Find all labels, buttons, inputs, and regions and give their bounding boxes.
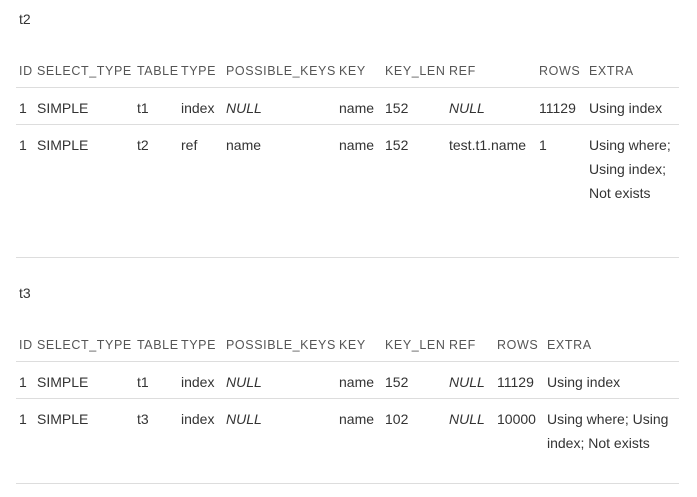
cell-rows: 10000	[494, 398, 544, 484]
section-title-t3: t3	[19, 285, 31, 301]
cell-type: index	[178, 361, 223, 399]
cell-key: name	[336, 124, 382, 258]
cell-ref: test.t1.name	[446, 124, 536, 258]
column-header-extra: EXTRA	[544, 328, 679, 362]
cell-rows: 1	[536, 124, 586, 258]
column-header-key: KEY	[336, 328, 382, 362]
cell-id: 1	[16, 87, 34, 125]
column-header-ref: REF	[446, 54, 536, 88]
column-header-rows: ROWS	[536, 54, 586, 88]
cell-key-len: 152	[382, 87, 446, 125]
explain-table-t3: ID SELECT_TYPE TABLE TYPE POSSIBLE_KEYS …	[16, 328, 679, 484]
column-header-possible-keys: POSSIBLE_KEYS	[223, 328, 336, 362]
cell-id: 1	[16, 361, 34, 399]
column-header-select-type: SELECT_TYPE	[34, 54, 134, 88]
table-row: 1 SIMPLE t2 ref name name 152 test.t1.na…	[16, 124, 679, 258]
table-row: 1 SIMPLE t3 index NULL name 102 NULL 100…	[16, 398, 679, 484]
cell-id: 1	[16, 124, 34, 258]
table-row: 1 SIMPLE t1 index NULL name 152 NULL 111…	[16, 87, 679, 125]
column-header-key-len: KEY_LEN	[382, 328, 446, 362]
cell-key: name	[336, 87, 382, 125]
cell-ref: NULL	[446, 398, 494, 484]
cell-type: index	[178, 398, 223, 484]
column-header-rows: ROWS	[494, 328, 544, 362]
column-header-possible-keys: POSSIBLE_KEYS	[223, 54, 336, 88]
column-header-key: KEY	[336, 54, 382, 88]
cell-select-type: SIMPLE	[34, 361, 134, 399]
cell-select-type: SIMPLE	[34, 124, 134, 258]
explain-table-t2: ID SELECT_TYPE TABLE TYPE POSSIBLE_KEYS …	[16, 54, 679, 258]
cell-possible-keys: name	[223, 124, 336, 258]
cell-select-type: SIMPLE	[34, 87, 134, 125]
cell-extra: Using index	[586, 87, 679, 125]
cell-table: t1	[134, 87, 178, 125]
cell-ref: NULL	[446, 87, 536, 125]
cell-ref: NULL	[446, 361, 494, 399]
cell-possible-keys: NULL	[223, 398, 336, 484]
cell-extra: Using where; Using index; Not exists	[586, 124, 679, 258]
column-header-id: ID	[16, 328, 34, 362]
column-header-ref: REF	[446, 328, 494, 362]
column-header-select-type: SELECT_TYPE	[34, 328, 134, 362]
column-header-table: TABLE	[134, 328, 178, 362]
cell-type: ref	[178, 124, 223, 258]
cell-key: name	[336, 398, 382, 484]
cell-key-len: 152	[382, 361, 446, 399]
column-header-id: ID	[16, 54, 34, 88]
cell-key-len: 102	[382, 398, 446, 484]
cell-id: 1	[16, 398, 34, 484]
cell-table: t3	[134, 398, 178, 484]
column-header-table: TABLE	[134, 54, 178, 88]
cell-type: index	[178, 87, 223, 125]
cell-key-len: 152	[382, 124, 446, 258]
cell-possible-keys: NULL	[223, 87, 336, 125]
table-header-row: ID SELECT_TYPE TABLE TYPE POSSIBLE_KEYS …	[16, 328, 679, 362]
cell-key: name	[336, 361, 382, 399]
cell-rows: 11129	[494, 361, 544, 399]
section-title-t2: t2	[19, 11, 31, 27]
cell-extra: Using where; Using index; Not exists	[544, 398, 679, 484]
table-header-row: ID SELECT_TYPE TABLE TYPE POSSIBLE_KEYS …	[16, 54, 679, 88]
cell-select-type: SIMPLE	[34, 398, 134, 484]
table-row: 1 SIMPLE t1 index NULL name 152 NULL 111…	[16, 361, 679, 399]
cell-table: t1	[134, 361, 178, 399]
cell-table: t2	[134, 124, 178, 258]
column-header-key-len: KEY_LEN	[382, 54, 446, 88]
cell-possible-keys: NULL	[223, 361, 336, 399]
cell-extra: Using index	[544, 361, 679, 399]
cell-rows: 11129	[536, 87, 586, 125]
column-header-type: TYPE	[178, 54, 223, 88]
column-header-type: TYPE	[178, 328, 223, 362]
column-header-extra: EXTRA	[586, 54, 679, 88]
